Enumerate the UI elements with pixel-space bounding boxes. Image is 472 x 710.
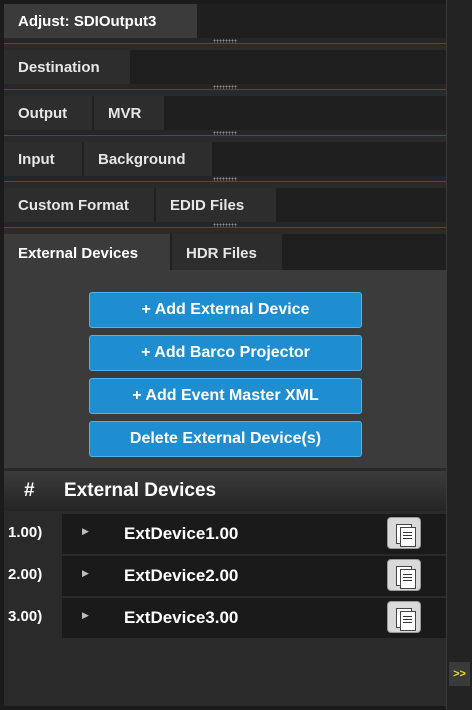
- add-barco-projector-button[interactable]: + Add Barco Projector: [89, 335, 362, 371]
- tab-edid-files[interactable]: EDID Files: [156, 188, 276, 222]
- copy-icon[interactable]: [387, 517, 421, 549]
- column-external-devices: External Devices: [64, 480, 217, 501]
- column-hash: #: [24, 480, 35, 501]
- tab-input[interactable]: Input: [4, 142, 82, 176]
- device-name: ExtDevice3.00: [124, 608, 239, 627]
- section-divider[interactable]: [4, 222, 446, 228]
- section-divider[interactable]: [4, 38, 446, 44]
- tab-background[interactable]: Background: [84, 142, 212, 176]
- add-event-master-xml-button[interactable]: + Add Event Master XML: [89, 378, 362, 414]
- section-divider[interactable]: [4, 176, 446, 182]
- expand-triangle-icon[interactable]: ▶: [82, 568, 89, 579]
- add-external-device-button[interactable]: + Add External Device: [89, 292, 362, 328]
- section-divider[interactable]: [4, 130, 446, 136]
- tab-hdr-files[interactable]: HDR Files: [172, 234, 282, 272]
- destination-section: Destination: [4, 50, 446, 84]
- tab-mvr[interactable]: MVR: [94, 96, 164, 130]
- external-devices-section: External Devices HDR Files: [4, 234, 446, 272]
- adjust-title: Adjust: SDIOutput3: [4, 4, 197, 38]
- row-bar[interactable]: ▶ ExtDevice2.00: [62, 556, 446, 596]
- row-index: 3.00): [8, 608, 43, 625]
- list-item[interactable]: 2.00) ▶ ExtDevice2.00: [4, 556, 446, 596]
- copy-icon[interactable]: [387, 601, 421, 633]
- row-bar[interactable]: ▶ ExtDevice1.00: [62, 514, 446, 554]
- expand-triangle-icon[interactable]: ▶: [82, 610, 89, 621]
- expand-panel-button[interactable]: >>: [449, 662, 470, 686]
- right-side-strip: [446, 0, 472, 710]
- tab-custom-format[interactable]: Custom Format: [4, 188, 154, 222]
- input-section: Input Background: [4, 142, 446, 176]
- delete-external-devices-button[interactable]: Delete External Device(s): [89, 421, 362, 457]
- output-section: Output MVR: [4, 96, 446, 130]
- tab-output[interactable]: Output: [4, 96, 92, 130]
- expand-triangle-icon[interactable]: ▶: [82, 526, 89, 537]
- row-index: 2.00): [8, 566, 43, 583]
- external-devices-list-header: # External Devices: [4, 471, 446, 511]
- tab-external-devices[interactable]: External Devices: [4, 234, 170, 272]
- device-name: ExtDevice1.00: [124, 524, 239, 543]
- tab-destination[interactable]: Destination: [4, 50, 130, 84]
- row-bar[interactable]: ▶ ExtDevice3.00: [62, 598, 446, 638]
- custom-format-section: Custom Format EDID Files: [4, 188, 446, 222]
- list-item[interactable]: 1.00) ▶ ExtDevice1.00: [4, 514, 446, 554]
- adjust-header: Adjust: SDIOutput3: [4, 4, 446, 38]
- list-item[interactable]: 3.00) ▶ ExtDevice3.00: [4, 598, 446, 638]
- device-name: ExtDevice2.00: [124, 566, 239, 585]
- copy-icon[interactable]: [387, 559, 421, 591]
- row-index: 1.00): [8, 524, 43, 541]
- section-divider[interactable]: [4, 84, 446, 90]
